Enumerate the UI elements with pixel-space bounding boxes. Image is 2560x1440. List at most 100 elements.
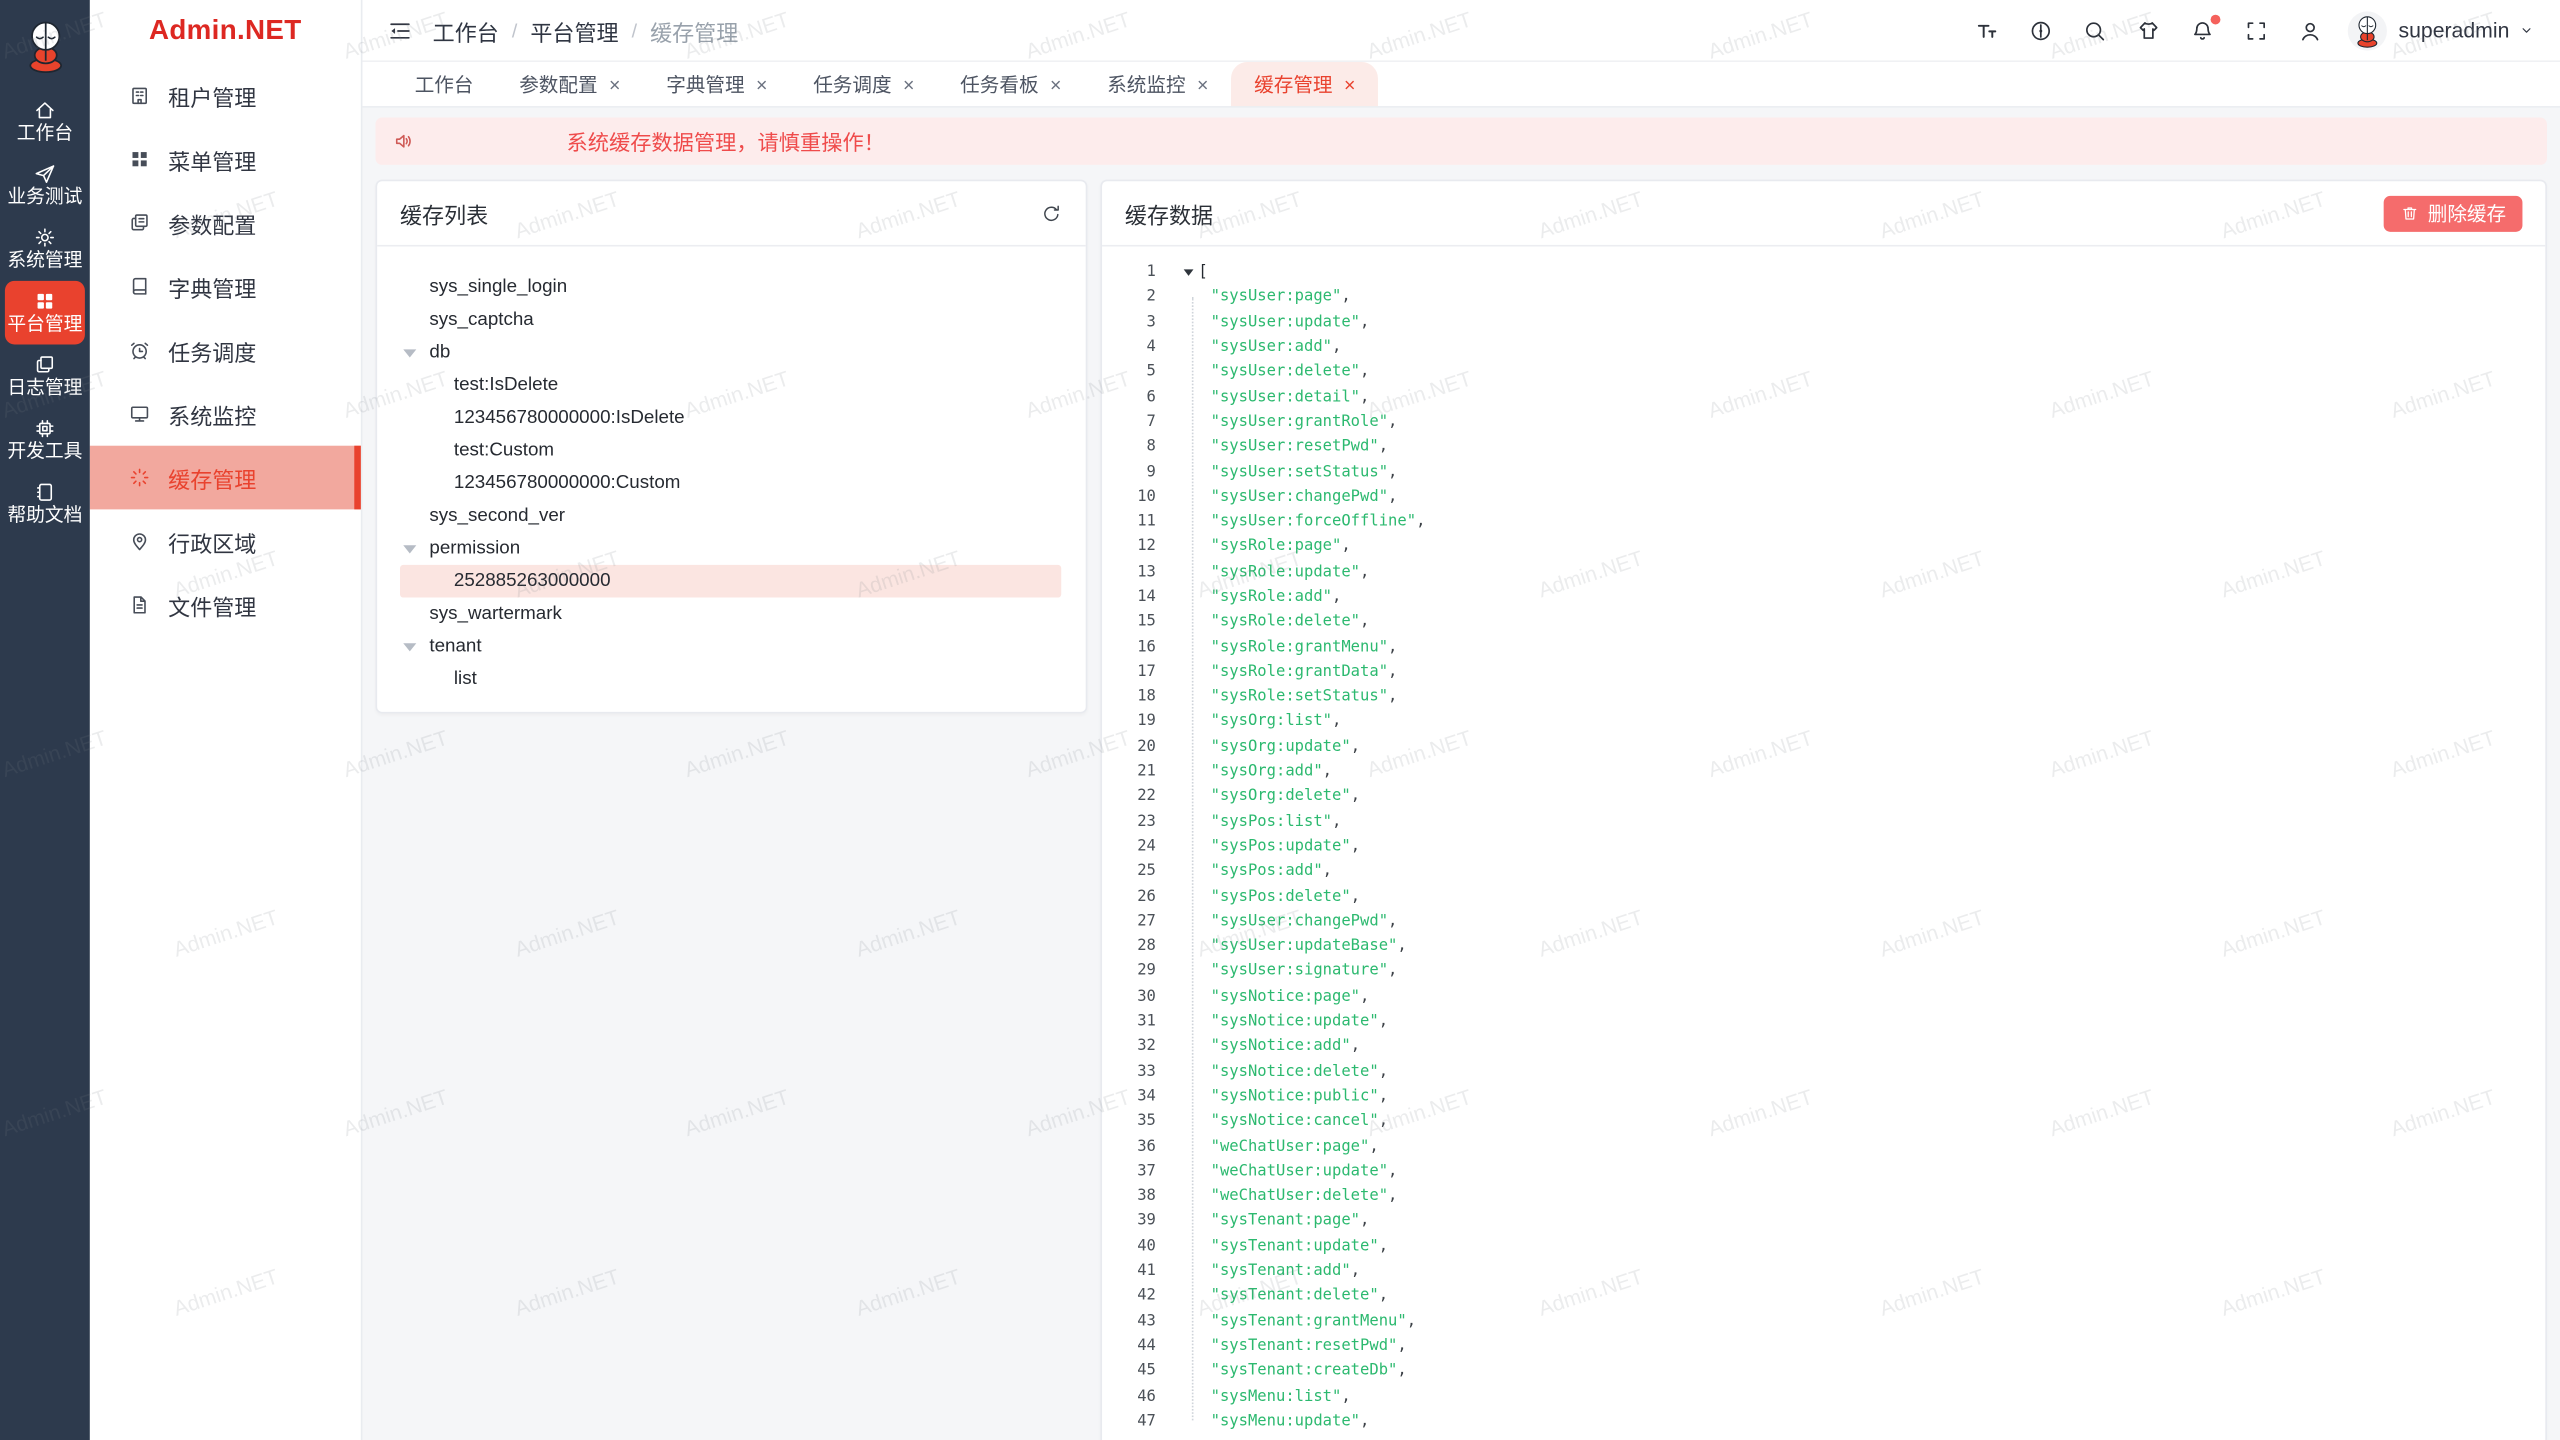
json-string: "sysOrg:delete"	[1211, 788, 1351, 806]
json-comma: ,	[1351, 788, 1360, 806]
app-logo-mascot[interactable]	[0, 0, 90, 90]
file-icon	[127, 593, 151, 617]
alarm-clock-icon	[127, 338, 151, 362]
breadcrumb-item[interactable]: 平台管理	[530, 14, 618, 47]
close-icon[interactable]: ×	[1344, 74, 1355, 94]
rail-item-chip[interactable]: 开发工具	[5, 408, 85, 472]
line-number: 20	[1102, 738, 1156, 756]
close-icon[interactable]: ×	[609, 74, 620, 94]
line-number: 16	[1102, 638, 1156, 656]
collapse-caret-icon[interactable]	[1184, 269, 1194, 276]
close-icon[interactable]: ×	[1197, 74, 1208, 94]
sidebar-item-params[interactable]: 参数配置	[90, 191, 361, 255]
json-line: 40"sysTenant:update",	[1102, 1234, 2545, 1259]
json-comma: ,	[1388, 663, 1397, 681]
sidebar-item-file[interactable]: 文件管理	[90, 573, 361, 637]
line-number: 11	[1102, 513, 1156, 531]
json-line: 45"sysTenant:createDb",	[1102, 1358, 2545, 1383]
sidebar-item-dictionary[interactable]: 字典管理	[90, 255, 361, 319]
menu-fold-icon[interactable]	[387, 17, 413, 43]
tree-node[interactable]: sys_captcha	[400, 304, 1061, 337]
cache-tree[interactable]: sys_single_loginsys_captchadbtest:IsDele…	[377, 247, 1086, 696]
tree-node[interactable]: sys_single_login	[400, 271, 1061, 304]
user-icon[interactable]	[2297, 17, 2323, 43]
tree-node[interactable]: sys_wartermark	[400, 598, 1061, 631]
json-comma: ,	[1332, 813, 1341, 831]
tab-字典管理[interactable]: 字典管理×	[643, 62, 790, 106]
tab-工作台[interactable]: 工作台	[392, 62, 497, 106]
discover-icon[interactable]	[2028, 17, 2054, 43]
sidebar-item-alarm-clock[interactable]: 任务调度	[90, 318, 361, 382]
tab-系统监控[interactable]: 系统监控×	[1084, 62, 1231, 106]
page-content: 系统缓存数据管理，请慎重操作！ 缓存列表 sys_single_loginsys…	[362, 108, 2560, 1440]
json-string: "sysPos:delete"	[1211, 887, 1351, 905]
search-icon[interactable]	[2082, 17, 2108, 43]
tab-任务调度[interactable]: 任务调度×	[790, 62, 937, 106]
line-number: 15	[1102, 613, 1156, 631]
fullscreen-icon[interactable]	[2243, 17, 2269, 43]
close-icon[interactable]: ×	[903, 74, 914, 94]
rail-item-home[interactable]: 工作台	[5, 90, 85, 154]
json-line: 23"sysPos:list",	[1102, 809, 2545, 834]
json-line: 28"sysUser:updateBase",	[1102, 934, 2545, 959]
rail-item-grid[interactable]: 平台管理	[5, 281, 85, 345]
tree-node[interactable]: db	[400, 336, 1061, 369]
json-line: 36"weChatUser:page",	[1102, 1134, 2545, 1159]
json-comma: ,	[1351, 1262, 1360, 1280]
tree-node[interactable]: 252885263000000	[400, 565, 1061, 598]
line-number: 9	[1102, 463, 1156, 481]
notification-bell-icon[interactable]	[2189, 17, 2215, 43]
line-number: 5	[1102, 363, 1156, 381]
json-comma: ,	[1416, 513, 1425, 531]
sidebar-item-building[interactable]: 租户管理	[90, 64, 361, 128]
json-string: "sysNotice:page"	[1211, 987, 1360, 1005]
tree-node[interactable]: sys_second_ver	[400, 500, 1061, 533]
rail-item-notebook[interactable]: 帮助文档	[5, 472, 85, 536]
theme-skin-icon[interactable]	[2136, 17, 2162, 43]
user-menu[interactable]: superadmin	[2348, 11, 2536, 50]
line-number: 22	[1102, 788, 1156, 806]
sidebar-item-monitor[interactable]: 系统监控	[90, 382, 361, 446]
tab-缓存管理[interactable]: 缓存管理×	[1231, 62, 1378, 106]
sidebar-item-loading[interactable]: 缓存管理	[90, 446, 361, 510]
tree-node[interactable]: test:Custom	[400, 434, 1061, 467]
rail-item-copy-docs[interactable]: 日志管理	[5, 344, 85, 408]
line-number: 23	[1102, 813, 1156, 831]
sidebar-item-map-pin[interactable]: 行政区域	[90, 509, 361, 573]
delete-cache-button[interactable]: 删除缓存	[2384, 195, 2523, 231]
json-viewer[interactable]: 1[2"sysUser:page",3"sysUser:update",4"sy…	[1102, 247, 2545, 1440]
rail-item-gear[interactable]: 系统管理	[5, 217, 85, 281]
line-number: 10	[1102, 488, 1156, 506]
sidebar-item-label: 行政区域	[168, 525, 256, 558]
tab-参数配置[interactable]: 参数配置×	[496, 62, 643, 106]
line-number: 33	[1102, 1062, 1156, 1080]
sidebar-item-menu-grid[interactable]: 菜单管理	[90, 127, 361, 191]
tab-任务看板[interactable]: 任务看板×	[937, 62, 1084, 106]
breadcrumb-item[interactable]: 工作台	[433, 14, 499, 47]
json-comma: ,	[1379, 1012, 1388, 1030]
cache-list-title: 缓存列表	[400, 197, 488, 230]
rail-item-send[interactable]: 业务测试	[5, 153, 85, 217]
cache-data-panel: 缓存数据 删除缓存 1[2"sysUser:page",3"sysUser:up…	[1100, 180, 2547, 1440]
font-size-icon[interactable]	[1974, 17, 2000, 43]
refresh-icon[interactable]	[1040, 202, 1063, 225]
json-string: "sysUser:grantRole"	[1211, 413, 1388, 431]
json-comma: ,	[1379, 1112, 1388, 1130]
tree-node[interactable]: test:IsDelete	[400, 369, 1061, 402]
tree-node-label: tenant	[429, 637, 481, 657]
json-comma: ,	[1379, 1062, 1388, 1080]
line-number: 45	[1102, 1362, 1156, 1380]
close-icon[interactable]: ×	[756, 74, 767, 94]
json-line: 6"sysUser:detail",	[1102, 384, 2545, 409]
tree-node[interactable]: tenant	[400, 630, 1061, 663]
tree-node[interactable]: 123456780000000:Custom	[400, 467, 1061, 500]
caret-slot[interactable]	[400, 349, 429, 357]
tree-node[interactable]: 123456780000000:IsDelete	[400, 402, 1061, 435]
tree-node[interactable]: list	[400, 663, 1061, 696]
json-line: 22 "sysOrg:delete",	[1102, 784, 2545, 809]
tree-node[interactable]: permission	[400, 532, 1061, 565]
caret-slot[interactable]	[400, 642, 429, 650]
caret-slot[interactable]	[400, 544, 429, 552]
close-icon[interactable]: ×	[1050, 74, 1061, 94]
json-line: 37"weChatUser:update",	[1102, 1159, 2545, 1184]
